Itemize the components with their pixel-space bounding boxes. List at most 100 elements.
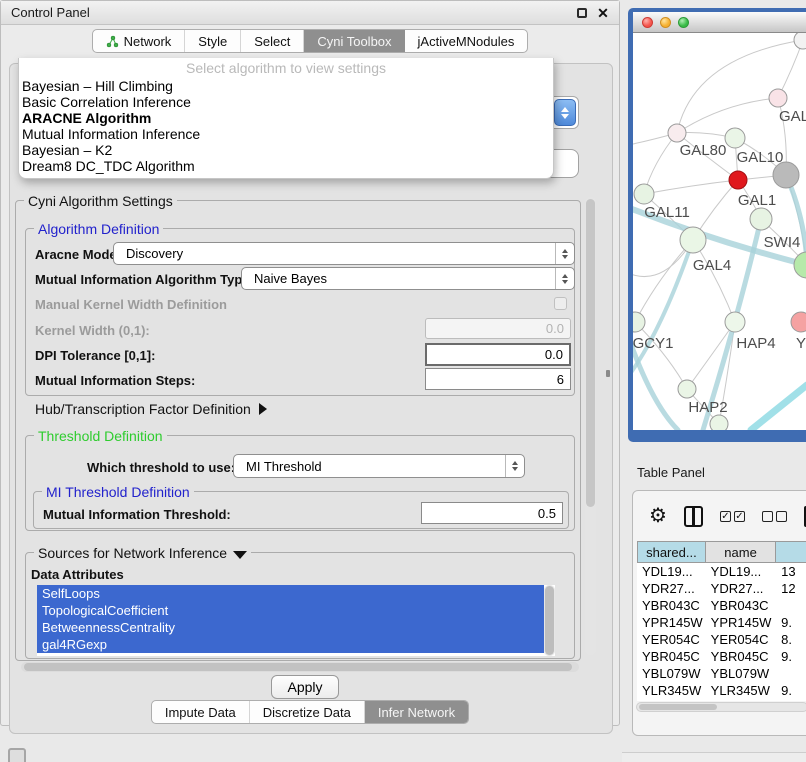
mi-threshold-field[interactable]: 0.5	[421, 502, 563, 524]
deselect-all-icon[interactable]	[762, 511, 787, 522]
apply-button[interactable]: Apply	[271, 675, 339, 699]
manual-kernel-width-checkbox[interactable]	[554, 297, 567, 310]
control-panel-title: Control Panel	[11, 5, 567, 20]
algorithm-option[interactable]: Bayesian – K2	[19, 142, 553, 158]
table-row[interactable]: YBL079WYBL079W	[637, 665, 806, 682]
algorithm-option[interactable]: Mutual Information Inference	[19, 126, 553, 142]
settings-hscroll-thumb[interactable]	[24, 663, 572, 671]
tab-select[interactable]: Select	[241, 30, 304, 52]
table-row[interactable]: YIL052CYIL052C9	[637, 699, 806, 701]
network-canvas[interactable]: GALGAL80GAL10GAL1GAL11SWI4GAL4GCY1HAP4YH…	[633, 33, 806, 430]
tab-jactivemnodules-label: jActiveMNodules	[418, 34, 515, 49]
table-row[interactable]: YBR043CYBR043C	[637, 597, 806, 614]
settings-vertical-scrollbar[interactable]	[585, 197, 596, 655]
network-node-hap4[interactable]	[725, 312, 745, 332]
table-hscroll-thumb[interactable]	[639, 704, 717, 710]
column-header-shared-name[interactable]: shared...	[637, 541, 706, 563]
network-graph: GALGAL80GAL10GAL1GAL11SWI4GAL4GCY1HAP4YH…	[633, 33, 806, 430]
network-node[interactable]	[710, 415, 728, 430]
tab-infer-network-label: Infer Network	[378, 705, 455, 720]
network-node-gcy1[interactable]	[633, 312, 645, 332]
hub-definition-toggle[interactable]: Hub/Transcription Factor Definition	[35, 401, 267, 417]
mi-steps-field[interactable]: 6	[425, 368, 571, 390]
table-row[interactable]: YLR345WYLR345W9.	[637, 682, 806, 699]
table-cell: YBL079W	[637, 665, 706, 682]
table-cell: YDL19...	[706, 563, 776, 580]
table-row[interactable]: YBR045CYBR045C9.	[637, 648, 806, 665]
aracne-mode-combobox[interactable]: Discovery	[113, 242, 575, 265]
network-node-gal80[interactable]	[668, 124, 686, 142]
table-cell: 9.	[776, 682, 806, 699]
close-icon: ✕	[597, 7, 609, 19]
gear-icon[interactable]: ⚙	[649, 506, 667, 526]
network-node-gal[interactable]	[769, 89, 787, 107]
mi-algorithm-type-combobox[interactable]: Naive Bayes	[241, 267, 575, 290]
close-traffic-light[interactable]	[642, 17, 653, 28]
algorithm-option[interactable]: Bayesian – Hill Climbing	[19, 78, 553, 94]
node-label: GAL	[779, 108, 806, 125]
network-view-window: GALGAL80GAL10GAL1GAL11SWI4GAL4GCY1HAP4YH…	[628, 8, 806, 442]
attributes-scroll-thumb[interactable]	[545, 586, 554, 655]
split-columns-icon[interactable]	[684, 506, 703, 527]
tab-discretize-data[interactable]: Discretize Data	[250, 701, 365, 723]
tab-group: Network Style Select Cyni Toolbox jActiv…	[92, 29, 529, 53]
table-body: YDL19...YDL19...13YDR27...YDR27...12YBR0…	[637, 563, 806, 701]
attribute-list-item[interactable]: gal4RGexp	[37, 636, 544, 653]
close-panel-button[interactable]: ✕	[597, 7, 609, 19]
table-cell: 9.	[776, 614, 806, 631]
tab-jactivemnodules[interactable]: jActiveMNodules	[405, 30, 528, 52]
network-node-gal1[interactable]	[729, 171, 747, 189]
dock-button-partial[interactable]	[8, 748, 26, 762]
column-header-name[interactable]: name	[706, 541, 777, 563]
node-table: shared... name YDL19...YDL19...13YDR27..…	[637, 541, 806, 701]
mi-threshold-group-title: MI Threshold Definition	[42, 484, 194, 500]
network-node-gal4[interactable]	[680, 227, 706, 253]
table-row[interactable]: YPR145WYPR145W9.	[637, 614, 806, 631]
attributes-vertical-scrollbar[interactable]	[544, 585, 555, 656]
dpi-tolerance-label: DPI Tolerance [0,1]:	[35, 348, 155, 363]
table-row[interactable]: YER054CYER054C8.	[637, 631, 806, 648]
dpi-tolerance-field[interactable]: 0.0	[425, 343, 571, 366]
table-panel: ⚙ ✓✓ shared... name YDL19...YDL19...13YD…	[632, 490, 806, 736]
sources-group-title[interactable]: Sources for Network Inference	[34, 545, 251, 561]
select-all-icon[interactable]: ✓✓	[720, 511, 745, 522]
panel-divider-grip[interactable]	[606, 370, 610, 377]
tab-style[interactable]: Style	[185, 30, 241, 52]
attribute-list-item[interactable]: BetweennessCentrality	[37, 619, 544, 636]
column-header-partial[interactable]	[776, 541, 806, 563]
network-node-gal10[interactable]	[725, 128, 745, 148]
combobox-spinner-icon	[555, 268, 574, 289]
network-node-y[interactable]	[791, 312, 806, 332]
settings-horizontal-scrollbar[interactable]	[21, 662, 579, 672]
network-node[interactable]	[794, 33, 806, 49]
algorithm-option[interactable]: Dream8 DC_TDC Algorithm	[19, 158, 553, 174]
table-cell: YBR045C	[637, 648, 706, 665]
node-label: GCY1	[633, 335, 673, 352]
table-row[interactable]: YDL19...YDL19...13	[637, 563, 806, 580]
network-node-swi4[interactable]	[750, 208, 772, 230]
network-node[interactable]	[794, 252, 806, 278]
tab-impute-data[interactable]: Impute Data	[152, 701, 250, 723]
attribute-list-item[interactable]: TopologicalCoefficient	[37, 602, 544, 619]
control-panel-window: Control Panel ✕ Network Style Select Cyn…	[0, 0, 620, 726]
network-node-hap2[interactable]	[678, 380, 696, 398]
network-node-gal11[interactable]	[634, 184, 654, 204]
table-row[interactable]: YDR27...YDR27...12	[637, 580, 806, 597]
settings-vscroll-thumb[interactable]	[586, 199, 595, 507]
control-panel-titlebar: Control Panel ✕	[1, 1, 619, 25]
algorithm-option[interactable]: ARACNE Algorithm	[19, 110, 553, 126]
tab-infer-network[interactable]: Infer Network	[365, 701, 468, 723]
network-window-titlebar[interactable]	[633, 12, 806, 33]
attribute-list-item[interactable]: SelfLoops	[37, 585, 544, 602]
tab-network-label: Network	[124, 34, 172, 49]
tab-select-label: Select	[254, 34, 290, 49]
float-window-button[interactable]	[576, 7, 588, 19]
algorithm-option[interactable]: Basic Correlation Inference	[19, 94, 553, 110]
minimize-traffic-light[interactable]	[660, 17, 671, 28]
which-threshold-combobox[interactable]: MI Threshold	[233, 454, 525, 478]
table-cell: 9	[776, 699, 806, 701]
tab-cyni-toolbox[interactable]: Cyni Toolbox	[304, 30, 404, 52]
table-horizontal-scrollbar[interactable]	[636, 702, 806, 712]
zoom-traffic-light[interactable]	[678, 17, 689, 28]
tab-network[interactable]: Network	[93, 30, 186, 52]
